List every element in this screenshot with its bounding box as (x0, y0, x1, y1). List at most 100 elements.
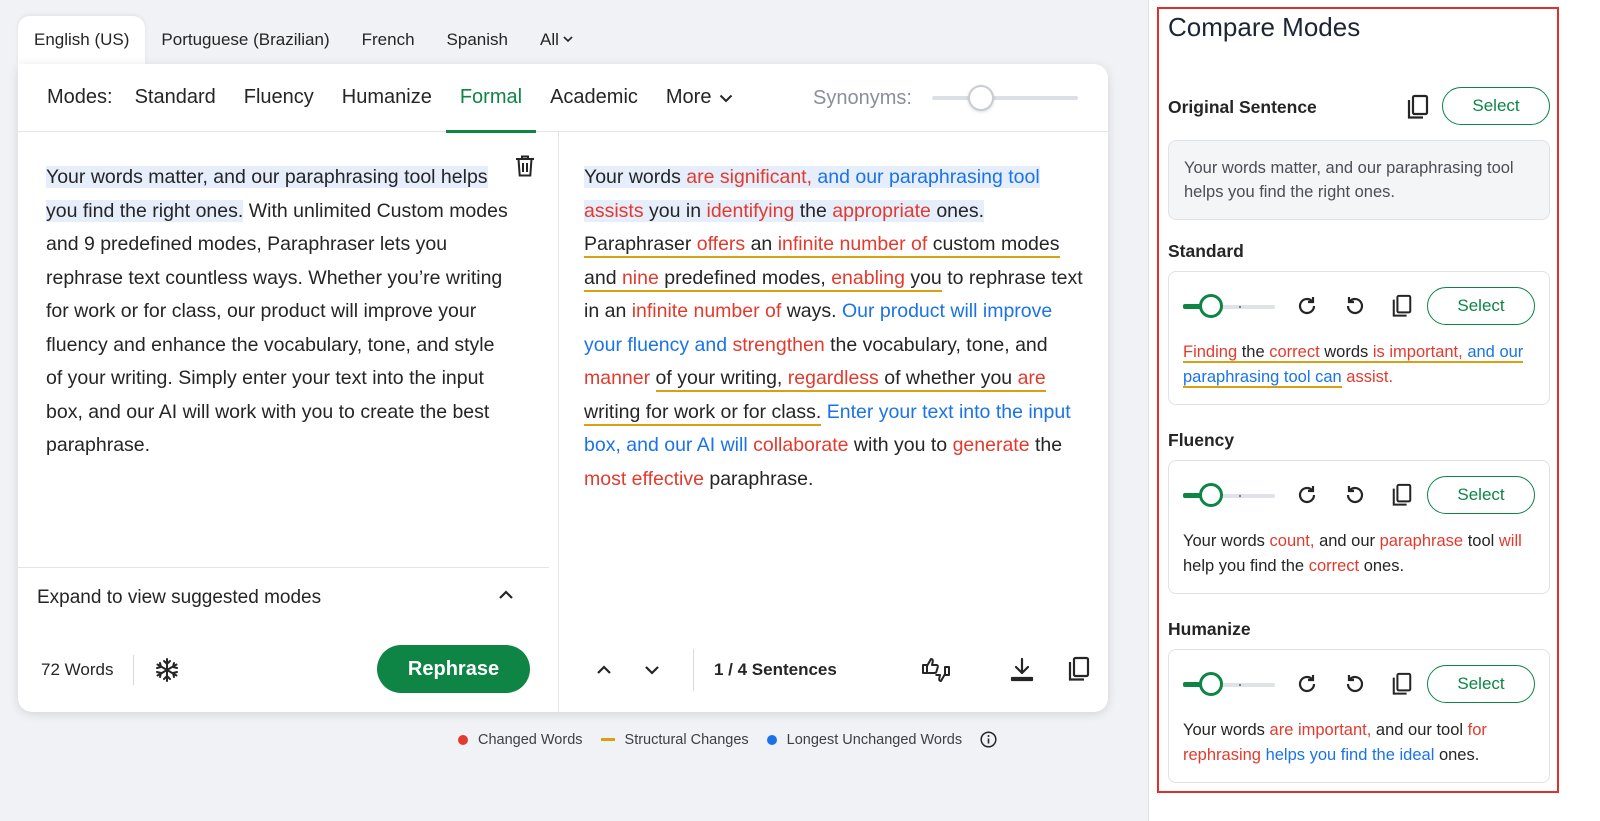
copy-icon[interactable] (1391, 483, 1413, 507)
lang-tab-english-us[interactable]: English (US) (18, 16, 146, 64)
select-fluency-button[interactable]: Select (1427, 476, 1535, 514)
expand-suggested-modes[interactable]: Expand to view suggested modes (18, 567, 549, 627)
modes-label: Modes: (47, 86, 113, 108)
slider-tick (1239, 495, 1241, 497)
mode-text-segment[interactable]: paraphrase (1380, 532, 1463, 550)
input-footer: 72 Words Rephrase (18, 640, 558, 700)
lang-tab-all[interactable]: All (524, 16, 589, 64)
input-textarea[interactable]: Your words matter, and our paraphrasing … (46, 161, 516, 463)
mode-tab-label: Formal (459, 86, 523, 108)
output-segment[interactable]: are (1017, 367, 1046, 392)
output-segment[interactable]: identifying (706, 199, 795, 222)
output-segment: the (1029, 434, 1063, 456)
mode-text-segment: helps you find the (1265, 746, 1395, 764)
copy-icon[interactable] (1406, 94, 1430, 120)
trash-icon[interactable] (514, 154, 536, 178)
lang-tab-french[interactable]: French (346, 16, 431, 64)
output-segment[interactable]: appropriate (832, 199, 931, 222)
redo-icon[interactable] (1296, 483, 1318, 507)
undo-icon[interactable] (1344, 483, 1366, 507)
chevron-down-icon[interactable] (643, 661, 661, 679)
mode-tab-formal[interactable]: Formal (445, 64, 537, 133)
synonyms-slider[interactable] (1183, 672, 1275, 696)
mode-tab-standard[interactable]: Standard (121, 64, 230, 132)
legend-dot-blue (766, 734, 777, 745)
output-segment[interactable]: nine (621, 266, 659, 292)
lang-tab-label: French (361, 30, 415, 49)
mode-text-fluency: Your words count, and our paraphrase too… (1183, 529, 1535, 579)
info-icon[interactable] (980, 731, 997, 748)
lang-tab-label: All (539, 30, 559, 49)
mode-text-segment: tool (1463, 532, 1499, 550)
chevron-up-icon[interactable] (595, 661, 613, 679)
lang-tab-portuguese[interactable]: Portuguese (Brazilian) (145, 16, 345, 64)
mode-label-humanize: Humanize (1168, 619, 1251, 639)
output-segment[interactable]: are significant, (686, 166, 812, 188)
mode-tab-fluency[interactable]: Fluency (230, 64, 328, 132)
download-icon[interactable] (1009, 656, 1037, 684)
output-segment[interactable]: regardless (787, 367, 879, 392)
output-segment: Paraphraser (584, 233, 697, 258)
rephrase-button[interactable]: Rephrase (377, 645, 530, 693)
word-count: 72 Words (41, 660, 114, 679)
undo-icon[interactable] (1344, 672, 1366, 696)
output-segment[interactable]: manner (584, 367, 650, 389)
copy-icon[interactable] (1067, 656, 1095, 684)
lang-tab-label: Spanish (446, 30, 508, 49)
select-original-button[interactable]: Select (1442, 87, 1550, 125)
mode-text-segment[interactable]: assist. (1342, 368, 1393, 386)
mode-text-segment[interactable]: correct (1269, 343, 1320, 363)
output-segment[interactable]: generate (953, 434, 1030, 456)
synonyms-slider[interactable] (1183, 294, 1275, 318)
mode-text-segment[interactable]: is important, (1372, 343, 1463, 363)
synonyms-slider[interactable] (931, 85, 1078, 111)
mode-text-segment: and our tool (1371, 721, 1468, 739)
output-segment: the (794, 199, 833, 222)
undo-icon[interactable] (1344, 294, 1366, 318)
select-standard-button[interactable]: Select (1427, 287, 1535, 325)
copy-icon[interactable] (1391, 294, 1413, 318)
output-segment[interactable]: offers (696, 233, 746, 258)
mode-text-segment[interactable]: correct (1309, 557, 1359, 575)
synonyms-label: Synonyms: (813, 86, 912, 109)
mode-text-segment[interactable]: count, (1270, 532, 1315, 550)
output-segment[interactable]: assists (584, 199, 644, 222)
lang-tab-spanish[interactable]: Spanish (431, 16, 524, 64)
mode-text-humanize: Your words are important, and our tool f… (1183, 718, 1535, 768)
mode-tab-more[interactable]: More (652, 64, 748, 132)
slider-handle[interactable] (1199, 483, 1223, 507)
output-segment[interactable]: strengthen (733, 334, 825, 356)
feedback-thumbs-icon[interactable] (921, 656, 950, 684)
output-segment[interactable]: most effective (584, 468, 704, 490)
output-segment[interactable]: infinite number of (632, 300, 782, 322)
legend-structural: Structural Changes (600, 732, 749, 748)
compare-title: Compare Modes (1168, 12, 1361, 42)
mode-text-segment[interactable]: are important, (1270, 721, 1372, 739)
output-segment: writing for work or for class. (584, 400, 822, 426)
mode-tab-humanize[interactable]: Humanize (328, 64, 446, 132)
mode-text-segment[interactable]: will (1499, 532, 1522, 550)
output-segment[interactable]: collaborate (753, 434, 848, 456)
mode-text-segment[interactable]: Finding (1183, 343, 1238, 363)
mode-text-segment: and our (1314, 532, 1380, 550)
output-footer: 1 / 4 Sentences (559, 640, 1108, 700)
slider-handle[interactable] (1199, 294, 1223, 318)
legend-label: Changed Words (478, 731, 583, 748)
mode-card-humanize: Select Your words are important, and our… (1168, 649, 1550, 783)
output-segment[interactable]: enabling (831, 266, 905, 292)
divider (133, 655, 135, 685)
output-text[interactable]: Your words are significant, and our para… (584, 161, 1084, 496)
redo-icon[interactable] (1296, 672, 1318, 696)
select-humanize-button[interactable]: Select (1427, 665, 1535, 703)
output-segment[interactable]: infinite number of (777, 233, 928, 258)
color-legend: Changed Words Structural Changes Longest… (458, 731, 997, 748)
output-segment: paraphrase. (703, 467, 814, 490)
freeze-words-icon[interactable] (154, 657, 180, 683)
redo-icon[interactable] (1296, 294, 1318, 318)
legend-label: Longest Unchanged Words (786, 731, 963, 748)
synonyms-slider-handle[interactable] (967, 85, 994, 111)
copy-icon[interactable] (1391, 672, 1413, 696)
synonyms-slider[interactable] (1183, 483, 1275, 507)
slider-handle[interactable] (1199, 672, 1223, 696)
mode-tab-academic[interactable]: Academic (536, 64, 652, 132)
